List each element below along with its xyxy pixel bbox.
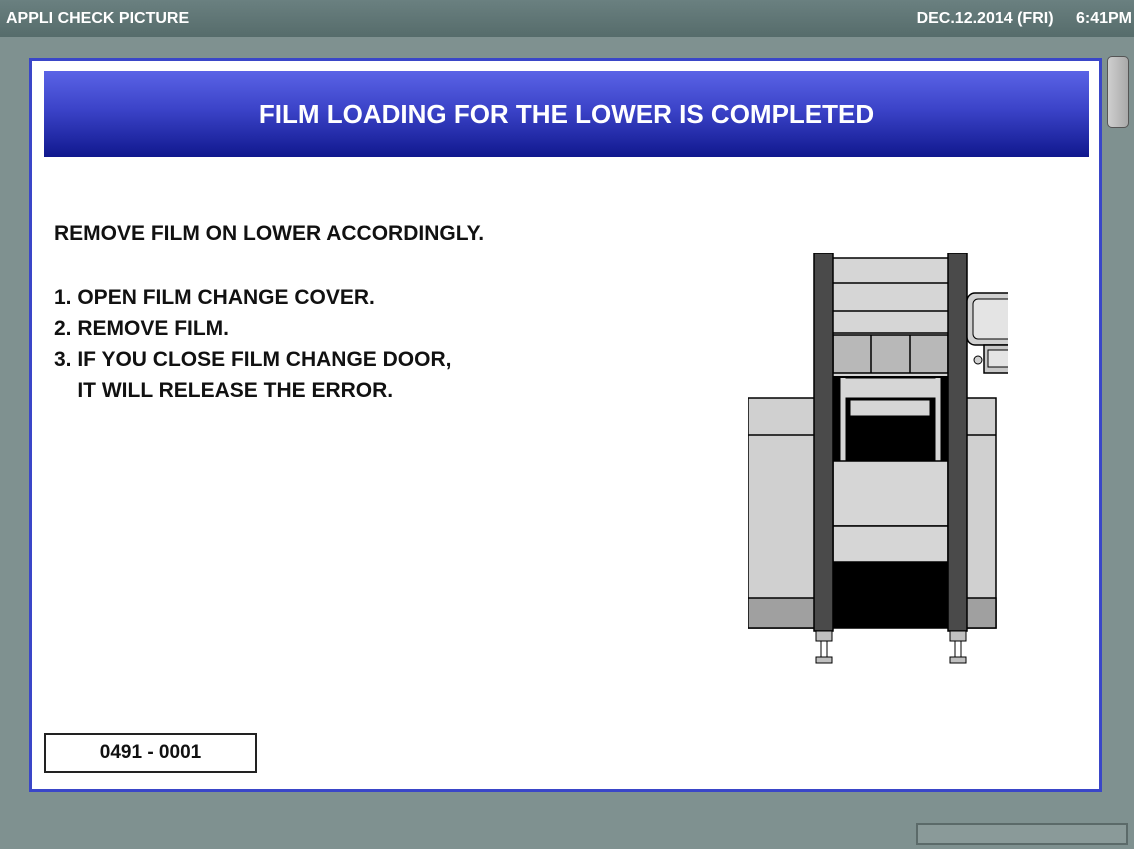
status-slot xyxy=(916,823,1128,845)
instruction-step: 2. REMOVE FILM. xyxy=(54,317,230,340)
title-bar: APPLI CHECK PICTURE DEC.12.2014 (FRI) 6:… xyxy=(0,0,1134,37)
instruction-step: 3. IF YOU CLOSE FILM CHANGE DOOR, xyxy=(54,348,452,371)
datetime-display: DEC.12.2014 (FRI) 6:41PM xyxy=(917,0,1132,37)
dialog-title: FILM LOADING FOR THE LOWER IS COMPLETED xyxy=(44,71,1089,157)
instructions: REMOVE FILM ON LOWER ACCORDINGLY. 1. OPE… xyxy=(54,218,484,406)
scrollbar-thumb[interactable] xyxy=(1107,56,1129,128)
instruction-heading: REMOVE FILM ON LOWER ACCORDINGLY. xyxy=(54,222,485,245)
date-text: DEC.12.2014 (FRI) xyxy=(916,10,1054,27)
machine-illustration-icon xyxy=(748,253,1008,664)
app-title: APPLI CHECK PICTURE xyxy=(6,10,190,27)
error-code-box: 0491 - 0001 xyxy=(44,733,257,773)
time-text: 6:41PM xyxy=(1075,10,1132,27)
instruction-step: IT WILL RELEASE THE ERROR. xyxy=(54,379,394,402)
instruction-step: 1. OPEN FILM CHANGE COVER. xyxy=(54,286,375,309)
message-panel: FILM LOADING FOR THE LOWER IS COMPLETED … xyxy=(29,58,1102,792)
